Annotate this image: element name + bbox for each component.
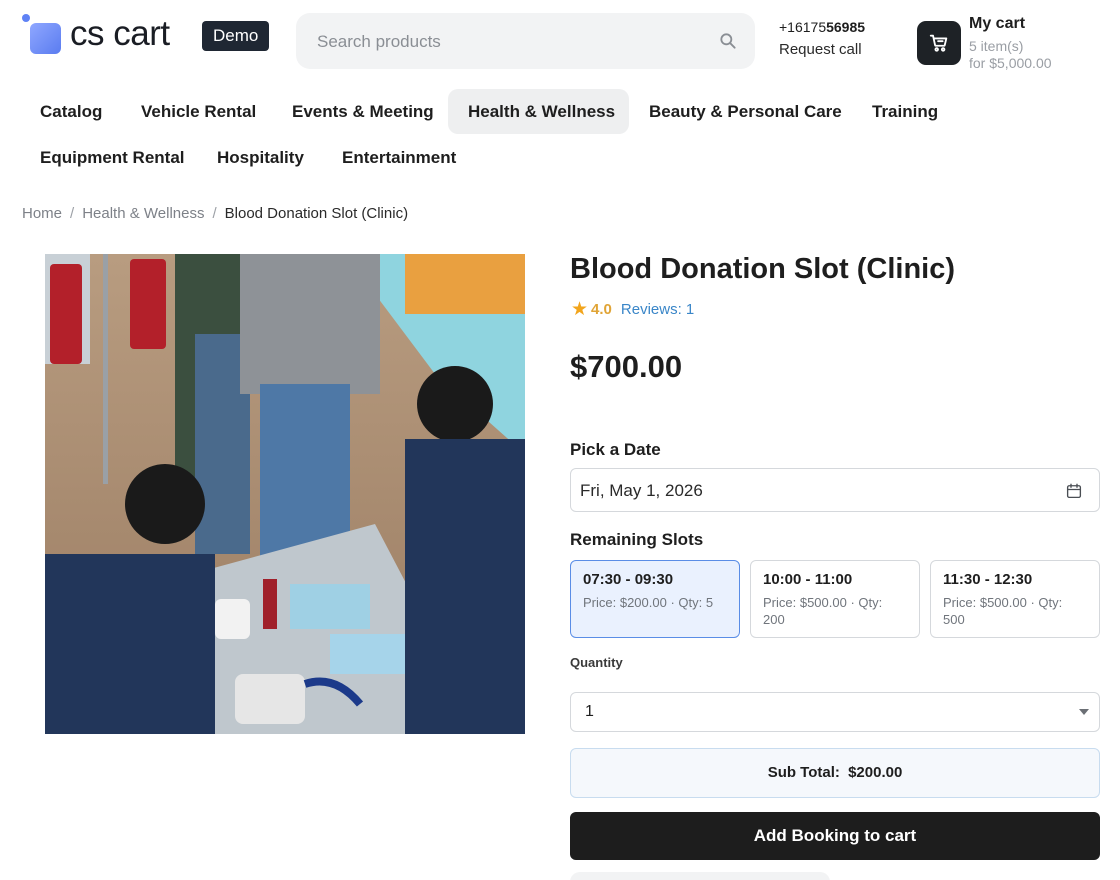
demo-badge: Demo: [202, 21, 270, 51]
breadcrumb-separator: /: [212, 205, 217, 222]
slot-option-1130[interactable]: 11:30 - 12:30 Price: $500.00 · Qty: 500: [930, 560, 1100, 638]
slot-meta: Price: $500.00 · Qty: 200: [763, 595, 883, 627]
search-placeholder: Search products: [317, 32, 441, 51]
subtotal-box: Sub Total: $200.00: [570, 748, 1100, 798]
nav-item-entertainment[interactable]: Entertainment: [322, 135, 476, 180]
chevron-down-icon: [1079, 709, 1089, 715]
nav-item-vehicle-rental[interactable]: Vehicle Rental: [121, 89, 276, 134]
logo[interactable]: cs cart: [22, 14, 170, 54]
breadcrumb-current: Blood Donation Slot (Clinic): [224, 205, 409, 222]
slot-meta: Price: $200.00 · Qty: 5: [583, 595, 714, 610]
search-input[interactable]: Search products: [296, 13, 755, 69]
nav-item-events-meeting[interactable]: Events & Meeting: [272, 89, 454, 134]
nav-item-training[interactable]: Training: [852, 89, 958, 134]
search-icon[interactable]: [718, 31, 738, 51]
slot-time: 10:00 - 11:00: [763, 571, 853, 588]
logo-text: cs cart: [70, 14, 170, 53]
star-icon: ★: [571, 299, 589, 320]
logo-mark-icon: [22, 14, 64, 54]
nav-item-beauty-personal-care[interactable]: Beauty & Personal Care: [629, 89, 862, 134]
cart-item-count: 5 item(s): [969, 38, 1024, 54]
slot-time: 07:30 - 09:30: [583, 571, 674, 588]
nav-item-health-wellness[interactable]: Health & Wellness: [448, 89, 629, 134]
quantity-select[interactable]: 1: [570, 692, 1100, 732]
subtotal-value: $200.00: [848, 764, 903, 781]
breadcrumb-home[interactable]: Home: [22, 205, 62, 222]
cart-total: for $5,000.00: [969, 55, 1052, 71]
product-price: $700.00: [570, 349, 683, 384]
nav-item-catalog[interactable]: Catalog: [20, 89, 122, 134]
quantity-label: Quantity: [570, 655, 623, 670]
reviews-link[interactable]: Reviews: 1: [621, 301, 694, 318]
breadcrumb-category[interactable]: Health & Wellness: [82, 205, 204, 222]
slot-meta: Price: $500.00 · Qty: 500: [943, 595, 1063, 627]
calendar-icon[interactable]: [1065, 482, 1083, 500]
pick-date-label: Pick a Date: [570, 440, 661, 459]
product-rating: ★ 4.0 Reviews: 1: [571, 300, 694, 319]
product-title: Blood Donation Slot (Clinic): [570, 253, 956, 285]
remaining-slots-label: Remaining Slots: [570, 530, 704, 549]
cart-icon[interactable]: [917, 21, 961, 65]
request-call-link[interactable]: Request call: [779, 41, 862, 58]
nav-item-equipment-rental[interactable]: Equipment Rental: [20, 135, 205, 180]
breadcrumb-separator: /: [70, 205, 75, 222]
slot-time: 11:30 - 12:30: [943, 571, 1033, 588]
nav-item-hospitality[interactable]: Hospitality: [197, 135, 324, 180]
rating-score: 4.0: [591, 301, 612, 318]
slot-option-0730[interactable]: 07:30 - 09:30 Price: $200.00 · Qty: 5: [570, 560, 740, 638]
cart-title[interactable]: My cart: [969, 15, 1025, 33]
date-picker-field[interactable]: Fri, May 1, 2026: [570, 468, 1100, 512]
subtotal-label: Sub Total:: [767, 764, 840, 781]
product-image[interactable]: [45, 254, 525, 734]
add-booking-button[interactable]: Add Booking to cart: [570, 812, 1100, 860]
quantity-value: 1: [585, 703, 594, 720]
secondary-action-bar[interactable]: [570, 872, 830, 880]
date-value: Fri, May 1, 2026: [580, 481, 703, 500]
phone-number[interactable]: +1617556985: [779, 19, 865, 35]
slot-option-1000[interactable]: 10:00 - 11:00 Price: $500.00 · Qty: 200: [750, 560, 920, 638]
breadcrumb: Home / Health & Wellness / Blood Donatio…: [22, 205, 408, 222]
